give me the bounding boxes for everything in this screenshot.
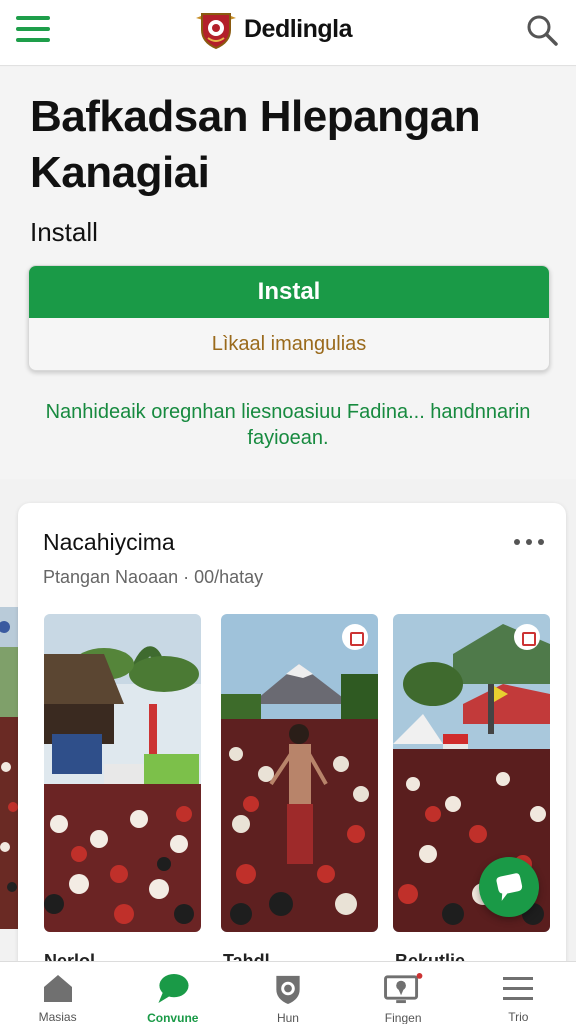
carousel-edge-image xyxy=(0,607,18,929)
brand[interactable]: Dedlingla xyxy=(194,8,353,50)
brand-name: Dedlingla xyxy=(244,14,353,43)
photo-thumbnail[interactable] xyxy=(221,614,378,932)
nav-item-screen[interactable]: Fingen xyxy=(346,962,461,1024)
install-heading: Install xyxy=(30,217,98,247)
hero-section: Bafkadsan Hlepangan Kanagiai Install Ins… xyxy=(0,67,576,479)
hero-description: Nanhideaik oregnhan liesnoasiuu Fadina..… xyxy=(45,401,531,449)
hamburger-menu-icon[interactable] xyxy=(14,14,52,44)
nav-label: Convune xyxy=(147,1011,199,1024)
chat-bubble-icon xyxy=(496,873,523,901)
feed-meta: Ptangan Naoaan · 00/hatay xyxy=(43,567,264,587)
chat-bubble-icon xyxy=(158,973,189,1004)
top-app-bar: Dedlingla xyxy=(0,0,576,66)
nav-item-home[interactable]: Masias xyxy=(0,962,115,1024)
home-icon xyxy=(43,975,72,1002)
nav-label: Masias xyxy=(38,1010,77,1024)
feed-title: Nacahiycima xyxy=(43,529,175,555)
secondary-link[interactable]: Lìkaal imangulias xyxy=(29,318,549,370)
nav-item-community[interactable]: Convune xyxy=(115,962,230,1024)
badge-icon xyxy=(342,624,368,650)
search-icon[interactable] xyxy=(524,12,560,48)
photo-thumbnail[interactable] xyxy=(44,614,201,932)
nav-item-more[interactable]: Trio xyxy=(461,962,576,1024)
screen-pin-icon xyxy=(384,972,423,1004)
chat-fab-button[interactable] xyxy=(479,857,539,917)
nav-label: Trio xyxy=(508,1010,529,1024)
crest-emblem-icon xyxy=(196,13,236,50)
nav-label: Fingen xyxy=(384,1011,422,1024)
install-button[interactable]: Instal xyxy=(29,266,549,318)
badge-icon xyxy=(514,624,540,650)
menu-lines-icon xyxy=(503,977,534,1000)
nav-item-shield[interactable]: Hun xyxy=(230,962,345,1024)
install-card: Instal Lìkaal imangulias xyxy=(28,265,550,371)
more-options-icon[interactable] xyxy=(514,539,544,549)
shield-icon xyxy=(276,975,300,1005)
bottom-navigation: Masias Convune Hun Fingen Trio xyxy=(0,961,576,1024)
page-title: Bafkadsan Hlepangan Kanagiai xyxy=(30,92,481,197)
nav-label: Hun xyxy=(276,1011,299,1024)
